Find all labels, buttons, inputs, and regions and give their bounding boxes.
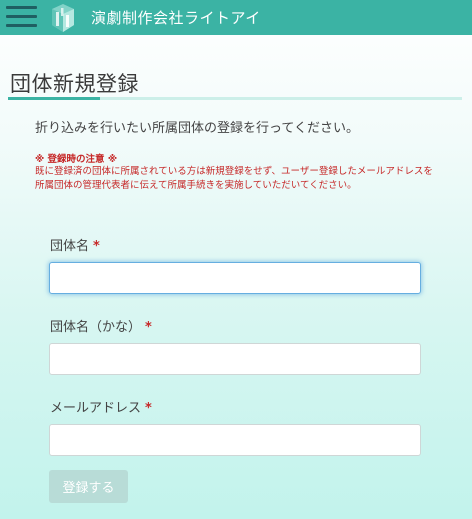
group-name-input[interactable] bbox=[49, 262, 421, 294]
email-input[interactable] bbox=[49, 424, 421, 456]
register-button[interactable]: 登録する bbox=[49, 470, 128, 503]
group-kana-label: 団体名（かな） * bbox=[50, 316, 152, 335]
notice-body: 既に登録済の団体に所属されている方は新規登録をせず、ユーザー登録したメールアドレ… bbox=[35, 166, 433, 191]
company-logo-icon[interactable] bbox=[48, 3, 78, 33]
page-title: 団体新規登録 bbox=[10, 72, 139, 96]
title-divider-accent bbox=[8, 97, 100, 100]
group-kana-input[interactable] bbox=[49, 343, 421, 375]
email-label-text: メールアドレス bbox=[50, 401, 142, 416]
required-mark: * bbox=[145, 401, 152, 416]
required-mark: * bbox=[145, 320, 152, 335]
required-mark: * bbox=[93, 239, 100, 254]
hamburger-menu-icon[interactable] bbox=[6, 6, 37, 28]
group-name-label-text: 団体名 bbox=[50, 239, 90, 254]
group-name-label: 団体名 * bbox=[50, 235, 100, 254]
brand-name[interactable]: 演劇制作会社ライトアイ bbox=[91, 7, 261, 28]
notice-title: ※ 登録時の注意 ※ bbox=[35, 154, 118, 165]
app-header: 演劇制作会社ライトアイ bbox=[0, 0, 472, 35]
intro-text: 折り込みを行いたい所属団体の登録を行ってください。 bbox=[35, 121, 359, 136]
email-label: メールアドレス * bbox=[50, 397, 152, 416]
group-kana-label-text: 団体名（かな） bbox=[50, 320, 142, 335]
